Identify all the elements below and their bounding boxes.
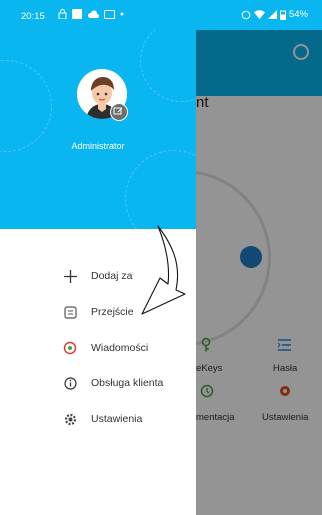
message-icon xyxy=(63,341,77,355)
menu-item-obsluga-klienta[interactable]: Obsługa klienta xyxy=(63,373,163,393)
edit-avatar-icon[interactable] xyxy=(110,103,128,121)
cloud-icon xyxy=(87,9,99,18)
notification-icons xyxy=(58,9,124,19)
menu-label: Ustawienia xyxy=(91,413,143,425)
cast-icon xyxy=(104,9,115,19)
info-icon xyxy=(63,376,77,390)
status-time: 20:15 xyxy=(21,11,45,22)
lock-icon xyxy=(58,9,67,19)
plus-icon xyxy=(63,269,77,283)
menu-label: Wiadomości xyxy=(91,342,149,354)
system-icons: 54% xyxy=(241,9,308,20)
menu-label: Dodaj za xyxy=(91,270,133,282)
annotation-arrow-icon xyxy=(141,225,186,315)
wifi-icon xyxy=(253,10,265,19)
receipt-icon xyxy=(63,305,77,319)
decor-circle xyxy=(125,150,196,229)
drawer-header: Administrator xyxy=(0,0,196,229)
menu-label: Obsługa klienta xyxy=(91,377,164,389)
decor-circle xyxy=(140,20,196,102)
menu-item-dodaj[interactable]: Dodaj za xyxy=(63,266,132,286)
status-bar: 20:15 54% xyxy=(0,0,322,30)
square-icon xyxy=(72,9,82,19)
user-name: Administrator xyxy=(71,141,125,151)
menu-item-ustawienia[interactable]: Ustawienia xyxy=(63,409,142,429)
menu-item-wiadomosci[interactable]: Wiadomości xyxy=(63,338,148,358)
dot-icon xyxy=(120,12,124,16)
gear-icon xyxy=(63,412,77,426)
battery-icon xyxy=(279,10,286,20)
signal-icon xyxy=(267,10,277,19)
scrim-overlay[interactable] xyxy=(196,30,322,515)
alarm-icon xyxy=(241,10,251,19)
menu-item-przejscie[interactable]: Przejście xyxy=(63,302,134,322)
battery-percent: 54% xyxy=(288,9,308,20)
menu-label: Przejście xyxy=(91,306,134,318)
decor-circle xyxy=(0,60,52,152)
